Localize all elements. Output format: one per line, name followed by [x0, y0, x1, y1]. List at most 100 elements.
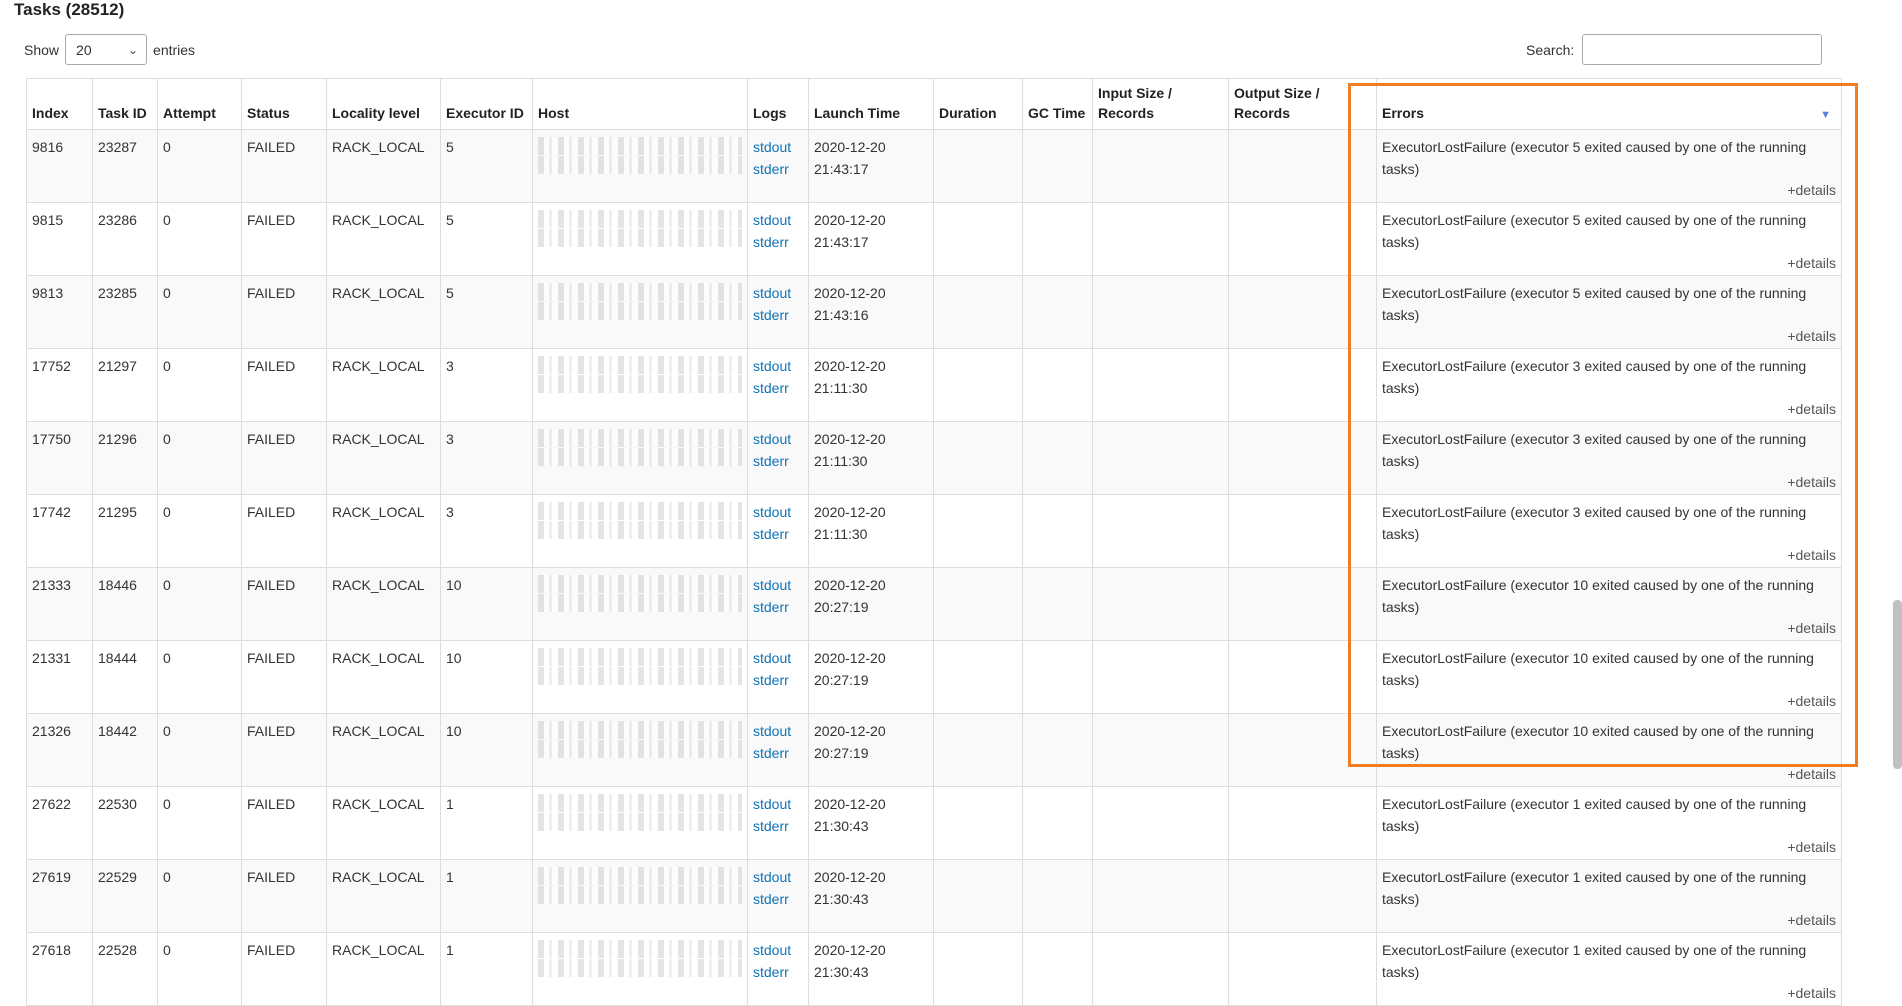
cell-input-size [1092, 567, 1229, 641]
cell-duration [933, 567, 1023, 641]
cell-output-size [1228, 567, 1377, 641]
cell-host [532, 275, 748, 349]
stdout-link[interactable]: stdout [753, 501, 803, 523]
column-header-status[interactable]: Status [241, 78, 327, 130]
details-toggle[interactable]: +details [1382, 983, 1836, 1003]
stderr-link[interactable]: stderr [753, 961, 803, 983]
column-header-task-id[interactable]: Task ID [92, 78, 158, 130]
stdout-link[interactable]: stdout [753, 720, 803, 742]
column-header-locality-level[interactable]: Locality level [326, 78, 441, 130]
stdout-link[interactable]: stdout [753, 866, 803, 888]
redacted-host-line [538, 940, 742, 958]
column-header-attempt[interactable]: Attempt [157, 78, 242, 130]
cell-locality: RACK_LOCAL [326, 713, 441, 787]
stderr-link[interactable]: stderr [753, 596, 803, 618]
stdout-link[interactable]: stdout [753, 939, 803, 961]
redacted-host-line [538, 721, 742, 739]
column-header-executor-id[interactable]: Executor ID [440, 78, 533, 130]
column-header-logs[interactable]: Logs [747, 78, 809, 130]
stdout-link[interactable]: stdout [753, 209, 803, 231]
cell-gc-time [1022, 202, 1093, 276]
launch-date: 2020-12-20 [814, 723, 886, 739]
cell-launch-time: 2020-12-20 21:11:30 [808, 421, 934, 495]
details-toggle[interactable]: +details [1382, 545, 1836, 565]
tasks-table-container: Index Task ID Attempt Status Locality le… [26, 78, 1842, 1006]
stdout-link[interactable]: stdout [753, 428, 803, 450]
details-toggle[interactable]: +details [1382, 837, 1836, 857]
stderr-link[interactable]: stderr [753, 523, 803, 545]
details-toggle[interactable]: +details [1382, 180, 1836, 200]
details-toggle[interactable]: +details [1382, 472, 1836, 492]
cell-output-size [1228, 932, 1377, 1006]
cell-gc-time [1022, 859, 1093, 933]
cell-output-size [1228, 129, 1377, 203]
column-header-input-size[interactable]: Input Size / Records [1092, 78, 1229, 130]
cell-input-size [1092, 275, 1229, 349]
table-row: 9816 23287 0 FAILED RACK_LOCAL 5 stdout stderr 2… [26, 129, 1842, 203]
table-row: 9815 23286 0 FAILED RACK_LOCAL 5 stdout stderr 2… [26, 202, 1842, 276]
details-toggle[interactable]: +details [1382, 618, 1836, 638]
stderr-link[interactable]: stderr [753, 815, 803, 837]
cell-input-size [1092, 129, 1229, 203]
column-header-output-size[interactable]: Output Size / Records [1228, 78, 1377, 130]
error-message: ExecutorLostFailure (executor 10 exited … [1382, 650, 1814, 688]
stderr-link[interactable]: stderr [753, 669, 803, 691]
details-toggle[interactable]: +details [1382, 399, 1836, 419]
stderr-link[interactable]: stderr [753, 158, 803, 180]
cell-gc-time [1022, 129, 1093, 203]
cell-attempt: 0 [157, 786, 242, 860]
stdout-link[interactable]: stdout [753, 793, 803, 815]
launch-clock: 20:27:19 [814, 672, 869, 688]
page-title: Tasks (28512) [14, 0, 125, 19]
chevron-down-icon: ⌄ [127, 42, 139, 57]
stdout-link[interactable]: stdout [753, 647, 803, 669]
stderr-link[interactable]: stderr [753, 888, 803, 910]
cell-task-id: 22529 [92, 859, 158, 933]
cell-task-id: 18444 [92, 640, 158, 714]
stderr-link[interactable]: stderr [753, 304, 803, 326]
column-header-launch-time[interactable]: Launch Time [808, 78, 934, 130]
stderr-link[interactable]: stderr [753, 377, 803, 399]
stderr-link[interactable]: stderr [753, 742, 803, 764]
cell-duration [933, 494, 1023, 568]
search-input[interactable] [1582, 34, 1823, 65]
redacted-host-line [538, 740, 742, 758]
details-toggle[interactable]: +details [1382, 691, 1836, 711]
cell-gc-time [1022, 786, 1093, 860]
column-header-host[interactable]: Host [532, 78, 748, 130]
cell-logs: stdout stderr [747, 129, 809, 203]
cell-launch-time: 2020-12-20 21:30:43 [808, 859, 934, 933]
details-toggle[interactable]: +details [1382, 910, 1836, 930]
cell-duration [933, 932, 1023, 1006]
cell-launch-time: 2020-12-20 20:27:19 [808, 567, 934, 641]
vertical-scrollbar[interactable] [1893, 600, 1902, 769]
cell-index: 9813 [26, 275, 93, 349]
stdout-link[interactable]: stdout [753, 355, 803, 377]
cell-task-id: 21296 [92, 421, 158, 495]
cell-task-id: 18446 [92, 567, 158, 641]
cell-attempt: 0 [157, 567, 242, 641]
stderr-link[interactable]: stderr [753, 450, 803, 472]
redacted-host-line [538, 667, 742, 685]
cell-duration [933, 129, 1023, 203]
error-message: ExecutorLostFailure (executor 3 exited c… [1382, 358, 1807, 396]
stdout-link[interactable]: stdout [753, 282, 803, 304]
table-row: 17752 21297 0 FAILED RACK_LOCAL 3 stdout stderr… [26, 348, 1842, 422]
details-toggle[interactable]: +details [1382, 326, 1836, 346]
column-header-index[interactable]: Index [26, 78, 93, 130]
cell-errors: ExecutorLostFailure (executor 5 exited c… [1376, 202, 1842, 276]
cell-attempt: 0 [157, 640, 242, 714]
column-header-gc-time[interactable]: GC Time [1022, 78, 1093, 130]
entries-select[interactable]: 20 ⌄ [65, 34, 148, 65]
stderr-link[interactable]: stderr [753, 231, 803, 253]
cell-status: FAILED [241, 713, 327, 787]
details-toggle[interactable]: +details [1382, 253, 1836, 273]
cell-locality: RACK_LOCAL [326, 859, 441, 933]
cell-attempt: 0 [157, 275, 242, 349]
stdout-link[interactable]: stdout [753, 136, 803, 158]
details-toggle[interactable]: +details [1382, 764, 1836, 784]
stdout-link[interactable]: stdout [753, 574, 803, 596]
column-header-errors[interactable]: Errors ▼ [1376, 78, 1842, 130]
cell-locality: RACK_LOCAL [326, 129, 441, 203]
column-header-duration[interactable]: Duration [933, 78, 1023, 130]
